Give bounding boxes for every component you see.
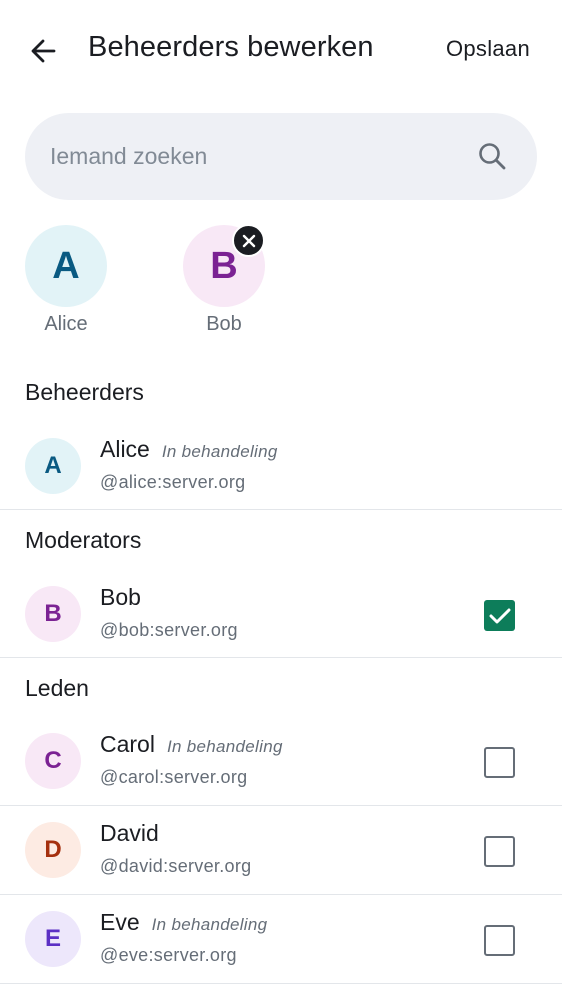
- avatar-initial: A: [44, 452, 62, 479]
- checkbox-unchecked[interactable]: [484, 747, 515, 778]
- arrow-left-icon: [31, 39, 56, 63]
- avatar: A: [25, 438, 81, 494]
- top-app-bar: Beheerders bewerken Opslaan: [0, 0, 562, 100]
- checkbox-unchecked[interactable]: [484, 836, 515, 867]
- pending-label: In behandeling: [166, 737, 283, 756]
- avatar: C: [25, 733, 81, 789]
- pending-label: In behandeling: [161, 442, 278, 461]
- avatar: B: [25, 586, 81, 642]
- close-icon: [242, 234, 255, 247]
- list-item[interactable]: D David @david:server.org: [0, 806, 562, 894]
- user-name: David: [100, 820, 159, 846]
- user-name: Bob: [100, 584, 141, 610]
- avatar: D: [25, 822, 81, 878]
- section-header-moderators: Moderators: [25, 527, 142, 553]
- avatar: A: [25, 225, 107, 307]
- user-name: Alice: [100, 436, 150, 462]
- avatar-initial: D: [44, 836, 62, 863]
- page-title: Beheerders bewerken: [88, 31, 374, 63]
- search-icon[interactable]: [477, 141, 507, 171]
- divider: [0, 657, 562, 658]
- list-item[interactable]: E Eve In behandeling @eve:server.org: [0, 895, 562, 983]
- remove-chip-button[interactable]: [232, 224, 265, 257]
- chip-name: Alice: [44, 313, 88, 335]
- checkbox-unchecked[interactable]: [484, 925, 515, 956]
- avatar-initial: B: [44, 600, 62, 627]
- user-handle: @bob:server.org: [100, 620, 238, 640]
- checkbox-checked[interactable]: [484, 600, 515, 631]
- avatar: E: [25, 911, 81, 967]
- avatar-initial: B: [210, 244, 238, 287]
- section-header-members: Leden: [25, 675, 89, 701]
- list-item[interactable]: B Bob @bob:server.org: [0, 570, 562, 658]
- list-item[interactable]: C Carol In behandeling @carol:server.org: [0, 717, 562, 805]
- chip-name: Bob: [206, 313, 242, 335]
- divider: [0, 983, 562, 984]
- avatar-initial: C: [44, 747, 62, 774]
- divider: [0, 509, 562, 510]
- user-name: Eve: [100, 909, 140, 935]
- user-handle: @david:server.org: [100, 856, 252, 876]
- user-handle: @eve:server.org: [100, 945, 237, 965]
- user-name: Carol: [100, 731, 155, 757]
- avatar-initial: A: [52, 244, 80, 287]
- save-button[interactable]: Opslaan: [446, 36, 530, 62]
- pending-label: In behandeling: [151, 915, 268, 934]
- search-input[interactable]: [50, 113, 470, 200]
- selected-user-chip: A Alice: [25, 225, 107, 336]
- user-handle: @carol:server.org: [100, 767, 248, 787]
- checkmark-icon: [489, 608, 510, 623]
- back-button[interactable]: [22, 30, 64, 72]
- user-handle: @alice:server.org: [100, 472, 246, 492]
- avatar-initial: E: [44, 925, 61, 952]
- search-bar[interactable]: [25, 113, 537, 200]
- list-item[interactable]: A Alice In behandeling @alice:server.org: [0, 422, 562, 510]
- section-header-admins: Beheerders: [25, 379, 144, 405]
- selected-user-chip: B Bob: [183, 224, 265, 336]
